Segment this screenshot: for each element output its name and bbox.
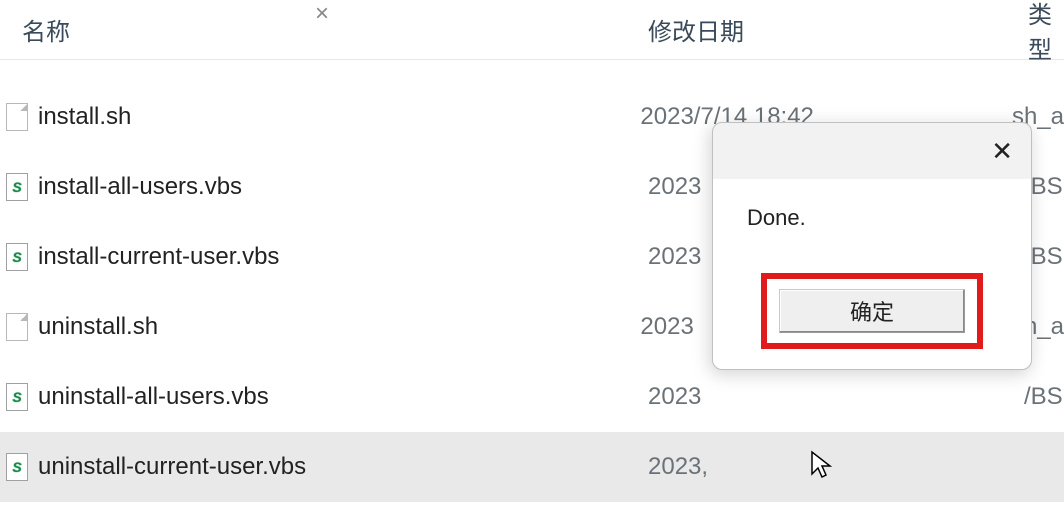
file-name-label: install-all-users.vbs	[38, 173, 242, 201]
vbs-file-icon	[6, 173, 28, 201]
dialog-message: Done.	[713, 179, 1031, 261]
file-name-cell: install-current-user.vbs	[0, 243, 640, 271]
file-name-label: install.sh	[38, 103, 131, 131]
column-header-row: 名称 × 修改日期 类型	[0, 0, 1064, 60]
file-type-cell: /BS	[1020, 383, 1064, 411]
column-header-date[interactable]: 修改日期	[640, 12, 1020, 47]
file-name-label: uninstall-all-users.vbs	[38, 383, 269, 411]
file-name-cell: uninstall-all-users.vbs	[0, 383, 640, 411]
column-header-name[interactable]: 名称 ×	[0, 12, 640, 47]
message-dialog: ✕ Done. 确定	[712, 122, 1032, 370]
dialog-titlebar: ✕	[713, 123, 1031, 179]
table-row[interactable]: uninstall-current-user.vbs 2023,	[0, 432, 1064, 502]
file-date-cell: 2023,	[640, 453, 1020, 481]
generic-file-icon	[6, 103, 28, 131]
vbs-file-icon	[6, 453, 28, 481]
file-name-cell: uninstall-current-user.vbs	[0, 453, 640, 481]
ok-button[interactable]: 确定	[779, 289, 965, 333]
file-date-cell: 2023	[640, 383, 1020, 411]
file-name-cell: install.sh	[0, 103, 632, 131]
generic-file-icon	[6, 313, 28, 341]
file-name-label: uninstall.sh	[38, 313, 158, 341]
file-name-label: uninstall-current-user.vbs	[38, 453, 306, 481]
column-header-date-label: 修改日期	[648, 19, 744, 46]
file-name-label: install-current-user.vbs	[38, 243, 279, 271]
file-name-cell: uninstall.sh	[0, 313, 632, 341]
file-name-cell: install-all-users.vbs	[0, 173, 640, 201]
vbs-file-icon	[6, 243, 28, 271]
sort-indicator-icon: ×	[315, 0, 329, 28]
highlight-annotation: 确定	[761, 273, 983, 349]
close-icon[interactable]: ✕	[991, 136, 1013, 167]
vbs-file-icon	[6, 383, 28, 411]
column-header-type-label: 类型	[1028, 2, 1052, 64]
column-header-name-label: 名称	[22, 19, 70, 46]
column-header-type[interactable]: 类型	[1020, 0, 1064, 65]
dialog-footer: 确定	[713, 261, 1031, 369]
table-row[interactable]: uninstall-all-users.vbs 2023/BS	[0, 362, 1064, 432]
